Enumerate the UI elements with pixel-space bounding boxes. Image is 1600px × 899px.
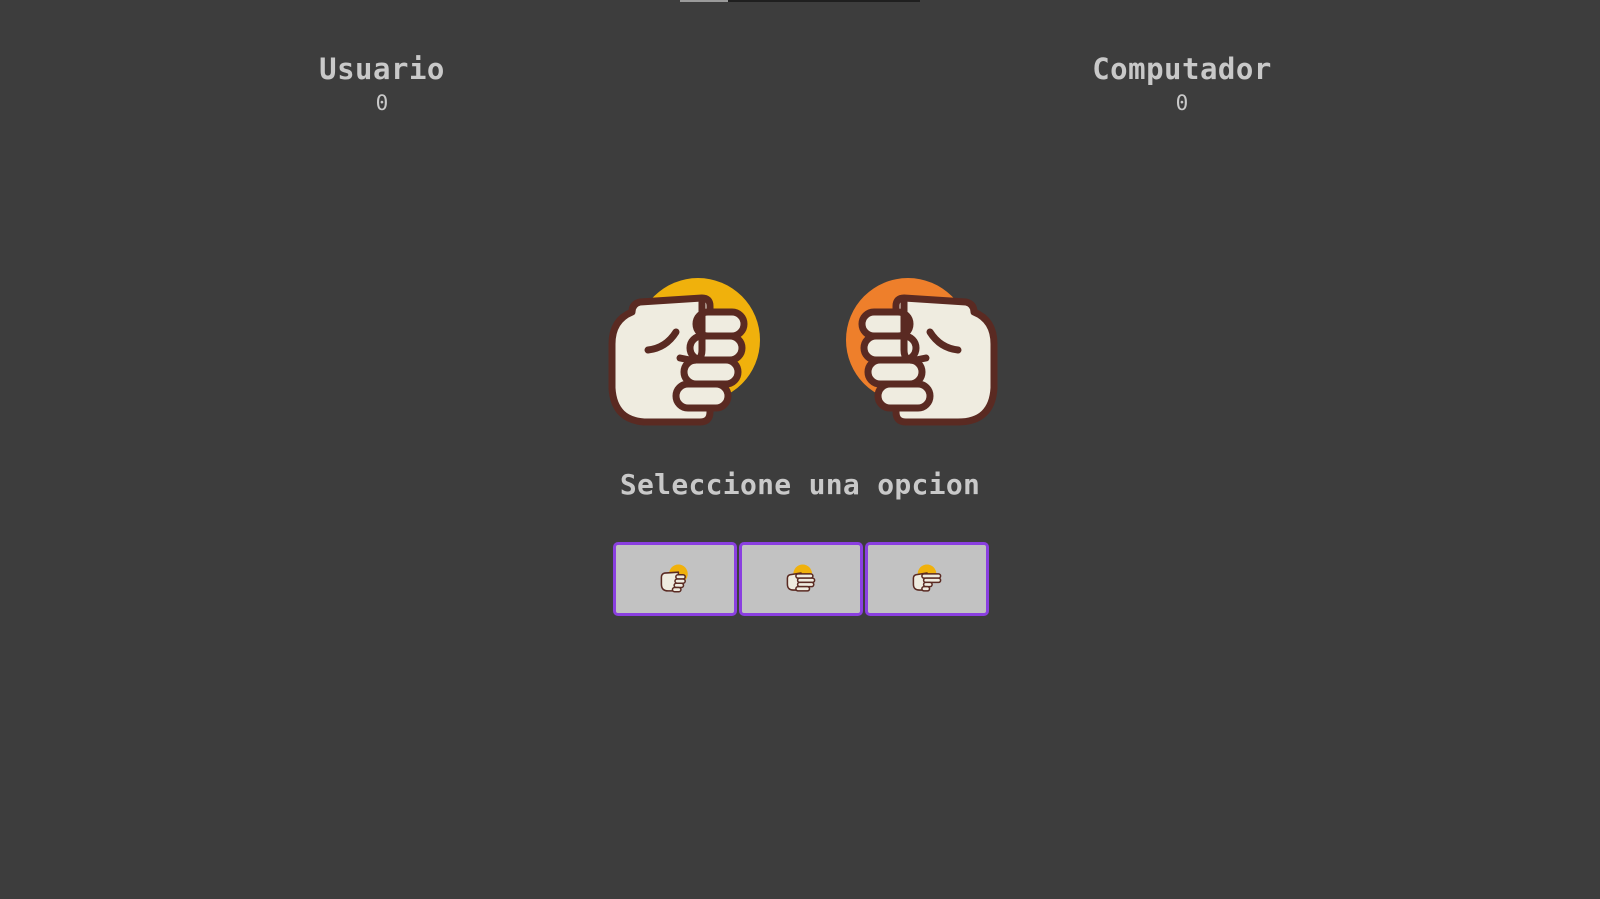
top-progress-bar	[680, 0, 920, 2]
scissors-hand-icon	[912, 564, 942, 592]
user-hand-rock-icon	[608, 272, 778, 442]
computer-name-label: Computador	[1092, 52, 1272, 86]
computer-hand-rock-icon	[828, 272, 998, 442]
computer-score-value: 0	[1175, 91, 1189, 115]
rock-hand-icon	[660, 564, 688, 593]
select-option-prompt: Seleccione una opcion	[619, 468, 981, 501]
computer-score-panel: Computador 0	[1052, 50, 1312, 118]
user-score-value: 0	[375, 91, 389, 115]
option-buttons	[613, 542, 993, 616]
scissors-option-button[interactable]	[865, 542, 989, 616]
rock-option-button[interactable]	[613, 542, 737, 616]
paper-hand-icon	[786, 564, 816, 592]
paper-option-button[interactable]	[739, 542, 863, 616]
user-score-panel: Usuario 0	[252, 50, 512, 118]
user-name-label: Usuario	[319, 52, 445, 86]
hands-display	[608, 272, 998, 442]
game-screen: Usuario 0 Computador 0 Seleccione una op…	[0, 0, 1600, 899]
top-progress-segment	[680, 0, 728, 2]
